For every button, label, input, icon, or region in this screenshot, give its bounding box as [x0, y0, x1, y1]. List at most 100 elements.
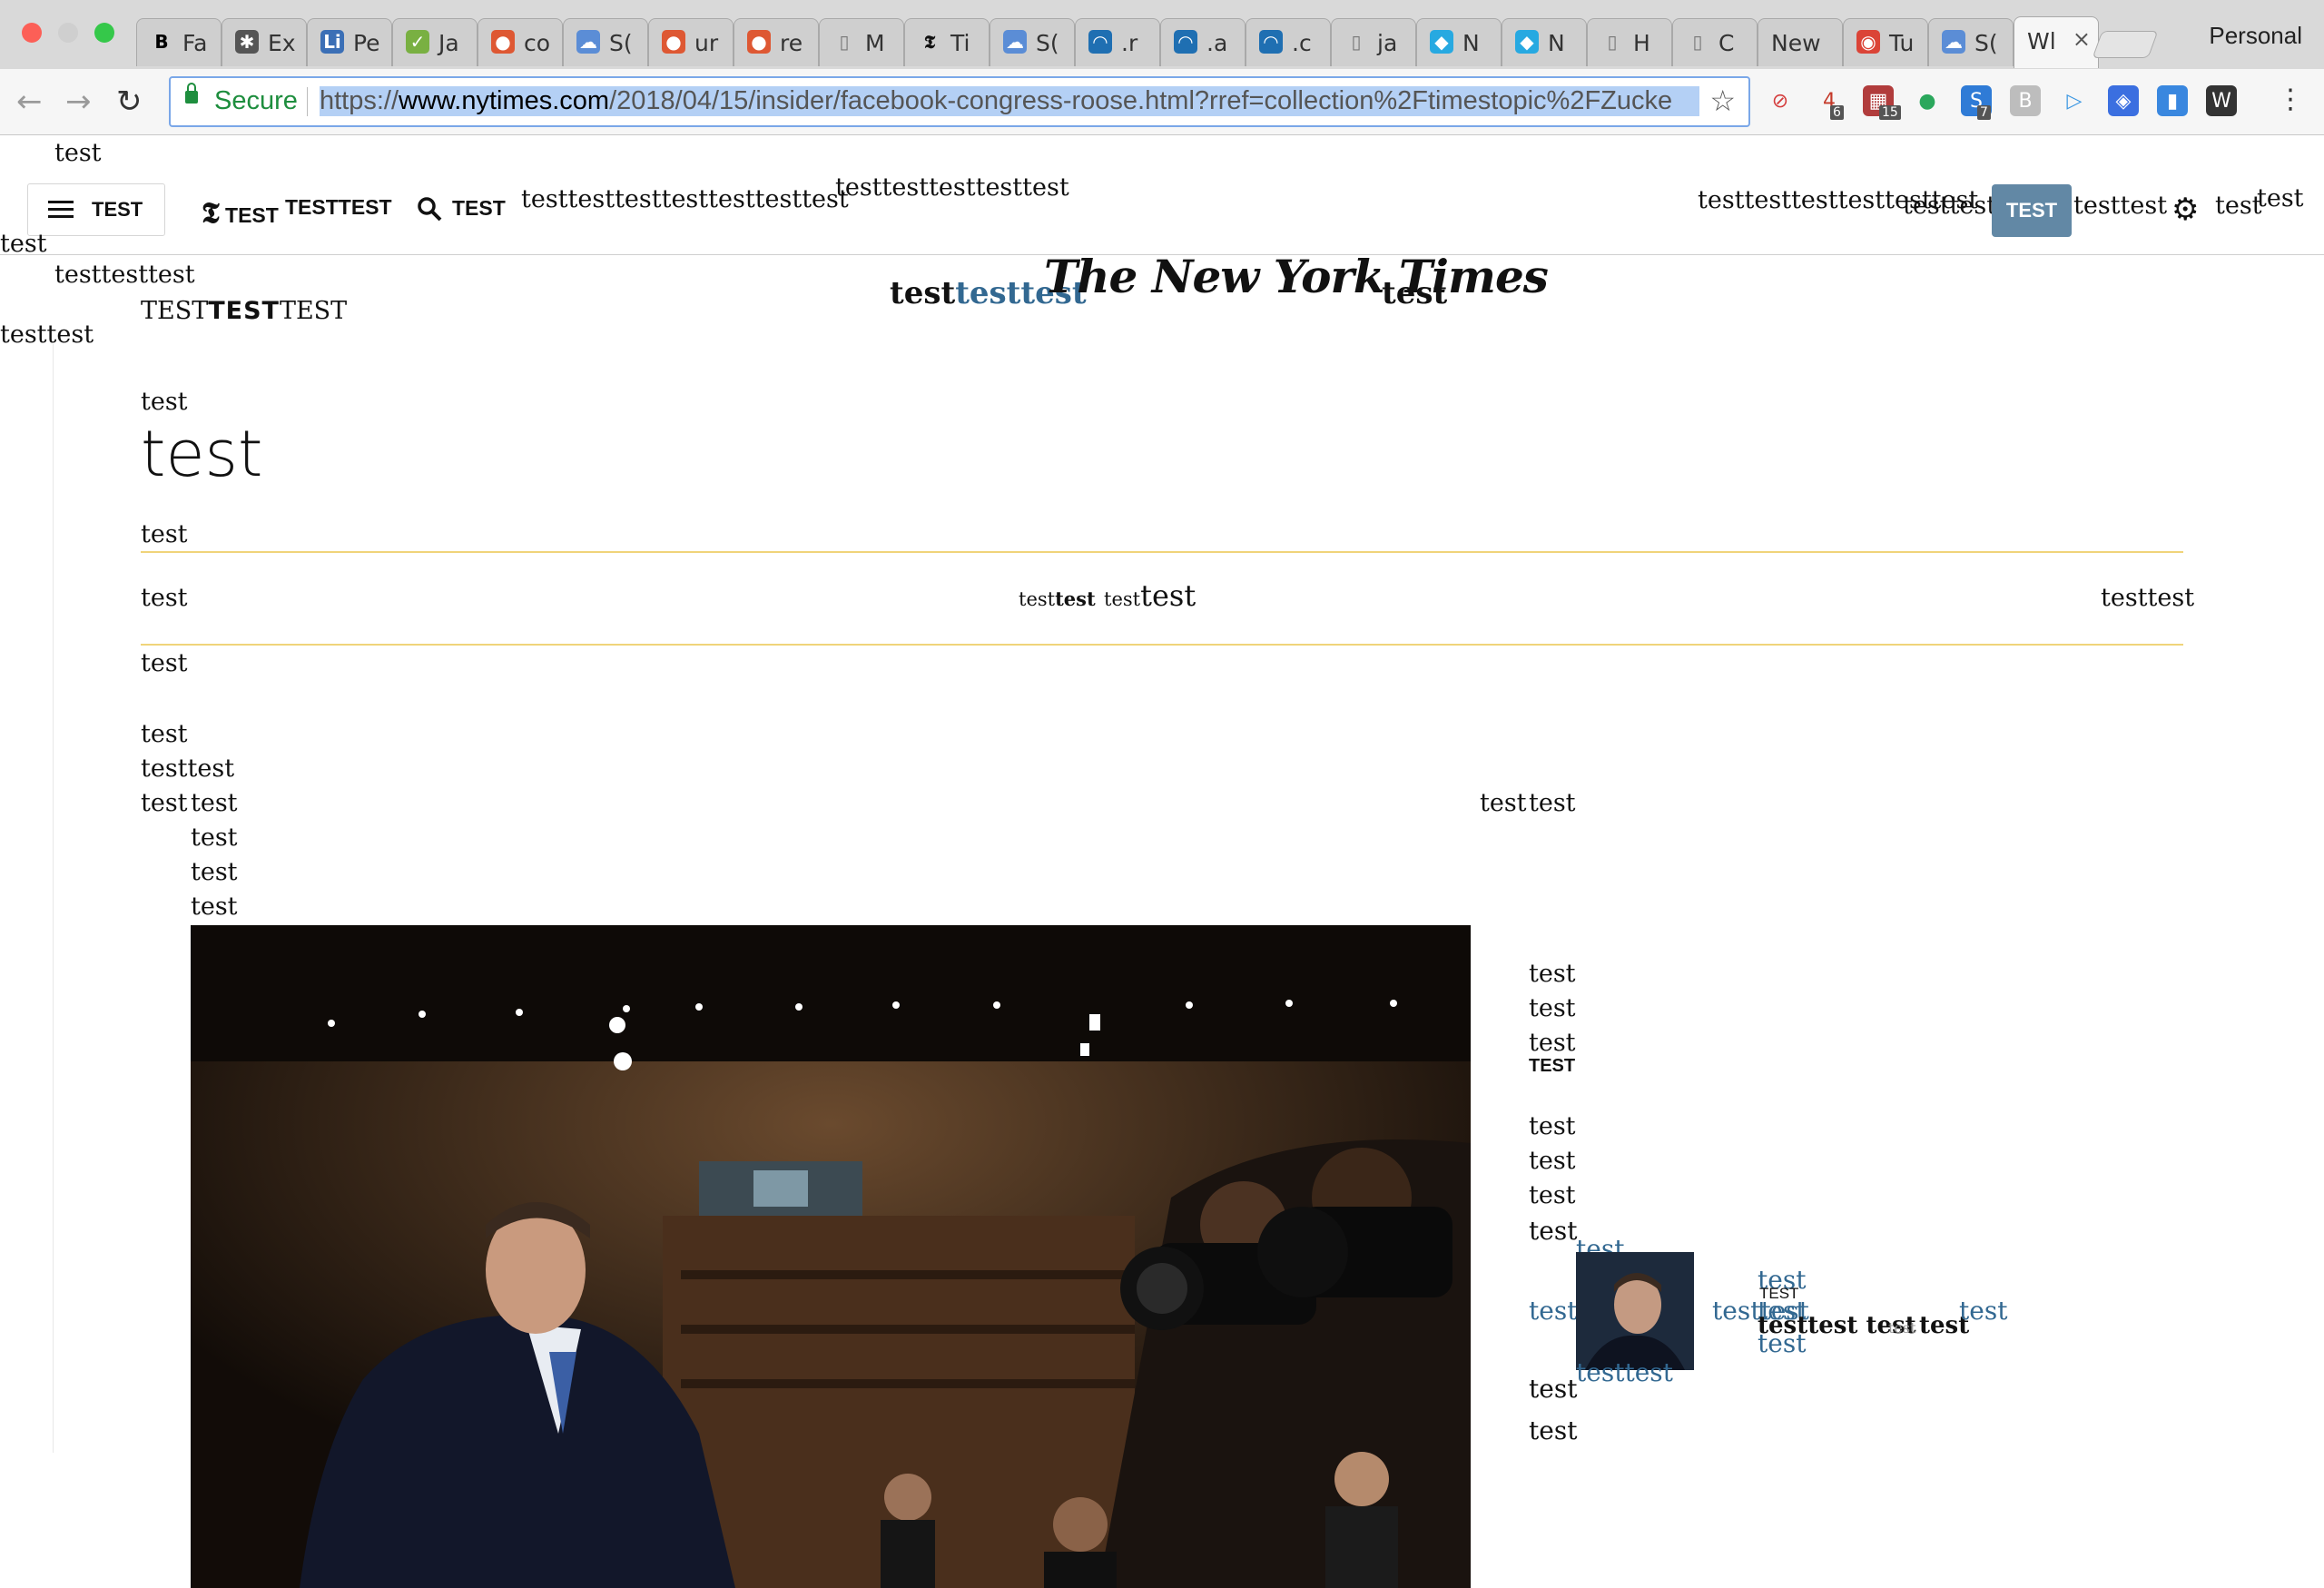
tab-label: Wl [2027, 28, 2056, 54]
share-mid-2[interactable]: testtest [1104, 578, 1196, 613]
sections-menu-button[interactable]: TEST [27, 183, 165, 236]
minimize-window-button[interactable] [58, 23, 78, 43]
search-button[interactable]: TEST [416, 195, 506, 222]
duckduckgo-icon: ● [491, 30, 515, 54]
back-arrow-icon[interactable]: ← [16, 84, 43, 120]
kicker[interactable]: test [141, 388, 188, 416]
browser-tab-3[interactable]: ✓ Ja [392, 18, 478, 66]
extension-badge: 7 [1977, 105, 1991, 120]
tab-label: .c [1292, 30, 1312, 56]
browser-tab-5[interactable]: ☁ S( [563, 18, 648, 66]
browser-tab-8[interactable]: ▯ M [819, 18, 904, 66]
browser-tab-10[interactable]: ☁ S( [990, 18, 1075, 66]
address-bar[interactable]: Secure https://www.nytimes.com/2018/04/1… [169, 76, 1750, 127]
browser-tab-21[interactable]: ☁ S( [1928, 18, 2014, 66]
row-b: test [191, 789, 238, 817]
w-ext-icon[interactable]: W [2206, 85, 2237, 116]
reload-icon[interactable]: ↻ [116, 84, 143, 120]
browser-tab-18[interactable]: ▯ C [1672, 18, 1758, 66]
maximize-window-button[interactable] [94, 23, 114, 43]
hamburger-icon [48, 201, 74, 219]
browser-tab-6[interactable]: ● ur [648, 18, 734, 66]
nyt-t-link[interactable]: 𝕿 TEST [202, 195, 279, 231]
browser-toolbar: ← → ↻ Secure https://www.nytimes.com/201… [0, 69, 2324, 135]
tab-label: Tu [1889, 30, 1915, 56]
brand-link-2[interactable]: TESTTEST [285, 195, 392, 220]
hero-photo [191, 925, 1471, 1588]
top-test-text: test [54, 139, 102, 167]
browser-tab-4[interactable]: ● co [478, 18, 563, 66]
browser-tab-7[interactable]: ● re [734, 18, 819, 66]
browser-tab-1[interactable]: ✱ Ex [222, 18, 307, 66]
left-text-3: testtest [0, 321, 94, 349]
kebab-menu-icon[interactable]: ⋮ [2277, 84, 2304, 115]
extension-badge: 6 [1830, 105, 1844, 120]
promo-left-link[interactable]: test [1529, 1296, 1577, 1326]
doc-ext-icon[interactable]: ▮ [2157, 85, 2188, 116]
new-tab-button[interactable] [2092, 31, 2159, 58]
subscribe-button[interactable]: TEST [1992, 184, 2072, 237]
browser-tab-13[interactable]: ◠ .c [1246, 18, 1331, 66]
browser-tab-15[interactable]: ◆ N [1416, 18, 1502, 66]
browser-tab-19[interactable]: New [1758, 18, 1843, 66]
close-window-button[interactable] [22, 23, 42, 43]
forward-arrow-icon[interactable]: → [65, 84, 92, 120]
bookmark-star-icon[interactable]: ☆ [1709, 84, 1736, 118]
list-b-0: test [191, 824, 238, 852]
tab-label: Ti [950, 30, 970, 56]
tab-close-icon[interactable]: × [2073, 26, 2091, 52]
browser-tab-16[interactable]: ◆ N [1502, 18, 1587, 66]
lock-icon [185, 83, 198, 104]
browser-tab-14[interactable]: ▯ ja [1331, 18, 1416, 66]
share-left: test [141, 584, 188, 612]
browser-tab-9[interactable]: 𝕿 Ti [904, 18, 990, 66]
nav-link-b[interactable]: testtesttesttesttest [835, 173, 1069, 202]
promo-right-link[interactable]: test [1959, 1296, 2007, 1326]
b-ext-icon[interactable]: B [2010, 85, 2041, 116]
promo-under-link[interactable]: testtest [1576, 1357, 1673, 1387]
promo-stack-grey: test [1888, 1319, 1916, 1336]
nav-link-a[interactable]: testtesttesttesttesttesttest [521, 185, 849, 213]
shield-ext-icon[interactable]: ◈ [2108, 85, 2139, 116]
side-b-1: test [1529, 1147, 1576, 1175]
browser-tab-22[interactable]: Wl × [2014, 16, 2099, 68]
browser-tab-2[interactable]: Li Pe [307, 18, 392, 66]
url-text[interactable]: https://www.nytimes.com/2018/04/15/insid… [320, 86, 1699, 116]
browser-tab-17[interactable]: ▯ H [1587, 18, 1672, 66]
right-link-d[interactable]: test [2215, 192, 2262, 220]
right-link-e[interactable]: test [2257, 184, 2304, 212]
section-label[interactable]: TESTTESTTEST [141, 297, 347, 325]
share-mid-1[interactable]: testtest [1019, 587, 1096, 610]
tab-label: S( [1036, 30, 1059, 56]
play-ext-icon[interactable]: ▷ [2059, 85, 2090, 116]
share-right[interactable]: testtest [2101, 584, 2194, 612]
side-b-2: test [1529, 1181, 1576, 1209]
nyt-logo[interactable]: The New York Times [1044, 250, 1549, 303]
tab-label: C [1718, 30, 1735, 56]
row-right-a: test [1480, 789, 1527, 817]
browser-titlebar: B Fa ✱ Ex Li Pe ✓ Ja ● co ☁ S(● ur ● re ▯ M 𝕿 Ti ☁ S(◠ .r ◠ .a ◠… [0, 0, 2324, 69]
right-link-c[interactable]: testtest [2073, 192, 2167, 220]
headline: test [141, 417, 263, 491]
browser-tab-12[interactable]: ◠ .a [1160, 18, 1246, 66]
thumbnail-illustration [1576, 1252, 1694, 1370]
profile-button[interactable]: Personal [2209, 22, 2302, 50]
row-a: test [141, 789, 188, 817]
browser-tab-11[interactable]: ◠ .r [1075, 18, 1160, 66]
cancel-ext-icon[interactable]: ⊘ [1765, 85, 1796, 116]
browser-tab-20[interactable]: ◉ Tu [1843, 18, 1928, 66]
right-link-b[interactable]: testtest [1903, 192, 1996, 220]
jsfiddle-icon: ✓ [406, 30, 429, 54]
browser-tab-0[interactable]: B Fa [136, 18, 222, 66]
document-icon: ▯ [1692, 31, 1703, 53]
document-icon: ▯ [1607, 31, 1618, 53]
tab-label: Fa [182, 30, 208, 56]
tab-label: S( [1974, 30, 1998, 56]
promo-thumbnail[interactable] [1576, 1252, 1694, 1370]
gear-icon[interactable]: ⚙ [2171, 192, 2199, 228]
cloud-icon: ☁ [1003, 30, 1027, 54]
bold-b-icon: B [154, 31, 169, 53]
tab-label: M [865, 30, 885, 56]
chat-ext-icon[interactable]: ● [1912, 85, 1943, 116]
cloud-icon: ☁ [1942, 30, 1965, 54]
